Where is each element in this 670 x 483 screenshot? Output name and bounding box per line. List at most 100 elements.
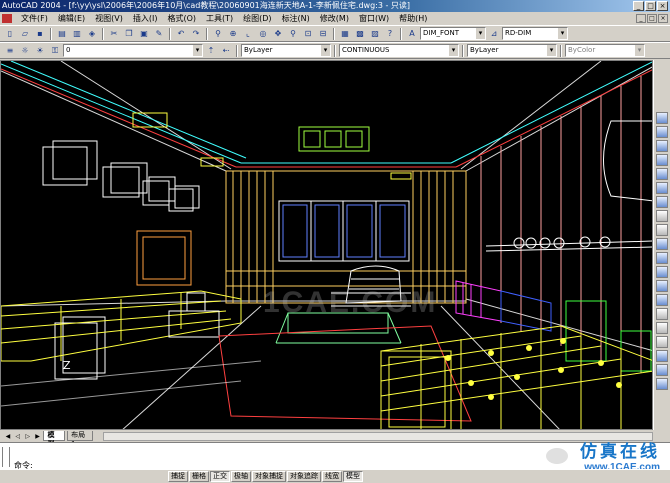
doc-close-button[interactable]: × [658, 14, 668, 23]
menu-file[interactable]: 文件(F) [16, 12, 53, 25]
make-current-layer-icon[interactable]: ⇡ [204, 44, 218, 57]
print-icon[interactable]: ▤ [55, 27, 69, 40]
zoom-realtime-icon[interactable]: ⚲ [286, 27, 300, 40]
plotstyle-select[interactable]: ByColor [565, 44, 645, 57]
close-button[interactable]: × [657, 1, 668, 11]
offset-icon[interactable] [656, 154, 668, 166]
linetype-select[interactable]: CONTINUOUS [339, 44, 459, 57]
menu-edit[interactable]: 编辑(E) [53, 12, 90, 25]
menu-insert[interactable]: 插入(I) [128, 12, 163, 25]
wedge-icon[interactable] [656, 378, 668, 390]
color-select[interactable]: ByLayer [241, 44, 331, 57]
menu-window[interactable]: 窗口(W) [354, 12, 394, 25]
text-style-select[interactable]: DIM_FONT [420, 27, 486, 40]
tab-model[interactable]: 模型 [43, 431, 66, 448]
lineweight-select[interactable]: ByLayer [467, 44, 557, 57]
cylinder-icon[interactable] [656, 350, 668, 362]
trim-icon[interactable] [656, 238, 668, 250]
stretch-icon[interactable] [656, 224, 668, 236]
otrack-toggle[interactable]: 对象追踪 [287, 471, 321, 482]
new-file-icon[interactable]: ▯ [3, 27, 17, 40]
hyperlink-icon[interactable]: ⚲ [211, 27, 225, 40]
tab-layout1[interactable]: 布局1 [67, 431, 94, 448]
wireframe-drawing: Z [1, 61, 652, 429]
layer-select[interactable]: 0 [63, 44, 203, 57]
tool-palettes-icon[interactable]: ▨ [368, 27, 382, 40]
help-icon[interactable]: ? [383, 27, 397, 40]
publish-icon[interactable]: ◈ [85, 27, 99, 40]
doc-restore-button[interactable]: □ [647, 14, 657, 23]
chamfer-icon[interactable] [656, 280, 668, 292]
copy-object-icon[interactable] [656, 126, 668, 138]
ceiling-light [298, 126, 370, 152]
minimize-button[interactable]: _ [633, 1, 644, 11]
window-blue-panes [282, 204, 406, 258]
cone-icon[interactable] [656, 364, 668, 376]
menu-help[interactable]: 帮助(H) [394, 12, 432, 25]
redo-icon[interactable]: ↷ [189, 27, 203, 40]
dim-style-select[interactable]: RD-DIM [502, 27, 568, 40]
ceiling-trim [1, 68, 652, 168]
polar-toggle[interactable]: 极轴 [231, 471, 251, 482]
model-toggle[interactable]: 模型 [343, 471, 363, 482]
wall-painting [136, 230, 192, 286]
layer-freeze-icon[interactable]: ☀ [33, 44, 47, 57]
properties-icon[interactable]: ▦ [338, 27, 352, 40]
undo-icon[interactable]: ↶ [174, 27, 188, 40]
maximize-button[interactable]: □ [645, 1, 656, 11]
snap-toggle[interactable]: 捕捉 [168, 471, 188, 482]
command-grip-handle[interactable] [2, 447, 10, 467]
osnap-toggle[interactable]: 对象捕捉 [252, 471, 286, 482]
design-center-icon[interactable]: ▩ [353, 27, 367, 40]
extend-icon[interactable] [656, 252, 668, 264]
autocad-app-icon[interactable] [2, 14, 12, 23]
drawing-canvas[interactable]: Z 1CAE.COM [0, 60, 653, 430]
paste-icon[interactable]: ▣ [137, 27, 151, 40]
command-window[interactable]: 命令: [0, 442, 670, 470]
right-modify-toolbar [653, 60, 670, 430]
box-icon[interactable] [656, 322, 668, 334]
mirror-icon[interactable] [656, 140, 668, 152]
rotate-icon[interactable] [656, 196, 668, 208]
sphere-icon[interactable] [656, 336, 668, 348]
layer-lock-icon[interactable]: ⚿ [48, 44, 62, 57]
lineweight-toggle[interactable]: 线宽 [322, 471, 342, 482]
layer-manager-icon[interactable]: ≡ [3, 44, 17, 57]
menu-format[interactable]: 格式(O) [162, 12, 201, 25]
3d-orbit-icon[interactable]: ◎ [256, 27, 270, 40]
grid-toggle[interactable]: 栅格 [189, 471, 209, 482]
menu-tools[interactable]: 工具(T) [201, 12, 238, 25]
zoom-window-icon[interactable]: ⊡ [301, 27, 315, 40]
tab-last-arrow-icon[interactable]: ▶ [34, 433, 42, 440]
tab-first-arrow-icon[interactable]: ◀ [4, 433, 12, 440]
break-icon[interactable] [656, 266, 668, 278]
match-properties-icon[interactable]: ✎ [152, 27, 166, 40]
pan-icon[interactable]: ✥ [271, 27, 285, 40]
zoom-previous-icon[interactable]: ⊟ [316, 27, 330, 40]
tab-prev-arrow-icon[interactable]: ◁ [14, 433, 22, 440]
open-file-icon[interactable]: ▱ [18, 27, 32, 40]
scale-icon[interactable] [656, 210, 668, 222]
copy-icon[interactable]: ❐ [122, 27, 136, 40]
menu-modify[interactable]: 修改(M) [315, 12, 354, 25]
ortho-toggle[interactable]: 正交 [210, 471, 230, 482]
tab-next-arrow-icon[interactable]: ▷ [24, 433, 32, 440]
fillet-icon[interactable] [656, 294, 668, 306]
erase-icon[interactable] [656, 112, 668, 124]
cut-icon[interactable]: ✂ [107, 27, 121, 40]
explode-icon[interactable] [656, 308, 668, 320]
horizontal-scrollbar[interactable] [103, 431, 654, 441]
menu-view[interactable]: 视图(V) [90, 12, 128, 25]
doc-minimize-button[interactable]: _ [636, 14, 646, 23]
ucs-icon[interactable]: ⌞ [241, 27, 255, 40]
save-icon[interactable]: ▪ [33, 27, 47, 40]
print-preview-icon[interactable]: ▥ [70, 27, 84, 40]
menu-draw[interactable]: 绘图(D) [238, 12, 276, 25]
menu-dimension[interactable]: 标注(N) [277, 12, 315, 25]
array-icon[interactable] [656, 168, 668, 180]
object-snap-icon[interactable]: ⊕ [226, 27, 240, 40]
window-frame [278, 200, 410, 262]
layer-on-icon[interactable]: ☼ [18, 44, 32, 57]
move-icon[interactable] [656, 182, 668, 194]
layer-previous-icon[interactable]: ⇠ [219, 44, 233, 57]
